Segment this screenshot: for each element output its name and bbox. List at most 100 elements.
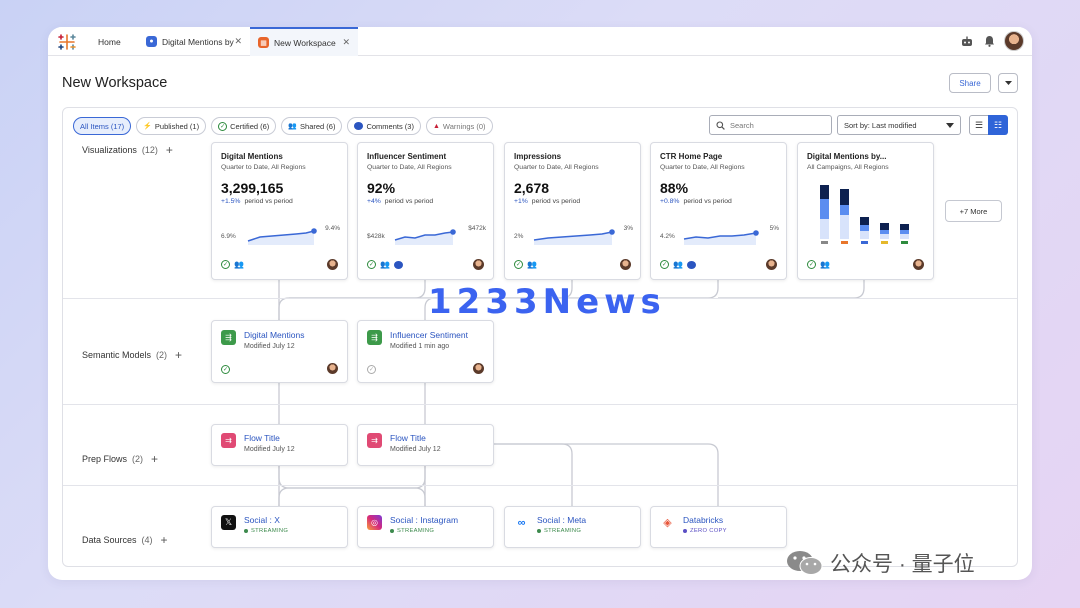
comment-icon <box>393 260 403 269</box>
instagram-logo-icon: ◎ <box>367 515 382 530</box>
filter-all-items[interactable]: All Items (17) <box>73 117 132 135</box>
tableau-logo-icon[interactable] <box>57 32 77 52</box>
delta-percent: +4% <box>367 198 381 205</box>
sort-label: Sort by: Last modified <box>844 120 917 130</box>
tab-home[interactable]: Home <box>90 27 129 56</box>
agent-icon[interactable] <box>960 34 974 48</box>
viz-title: Digital Mentions <box>221 152 283 161</box>
viz-delta: +1% period vs period <box>514 198 631 205</box>
page-title: New Workspace <box>62 75 168 91</box>
model-card-influencer-sentiment[interactable]: ⇶ Influencer Sentiment Modified 1 min ago… <box>357 320 494 383</box>
spark-high: 3% <box>623 225 633 232</box>
sparkline: $428k $472k <box>367 223 486 249</box>
section-title: Visualizations <box>82 145 137 155</box>
close-icon[interactable]: ✕ <box>342 37 350 48</box>
tab-new-workspace-label: New Workspace <box>274 37 336 48</box>
search-input[interactable]: Search <box>709 115 832 135</box>
viz-card-digital-mentions-by[interactable]: Digital Mentions by... All Campaigns, Al… <box>797 142 934 280</box>
flow-card-2[interactable]: ⇉ Flow Title Modified July 12 <box>357 424 494 466</box>
spark-low: 2% <box>514 233 524 240</box>
viz-card-influencer-sentiment[interactable]: Influencer Sentiment Quarter to Date, Al… <box>357 142 494 280</box>
close-icon[interactable]: ✕ <box>234 36 242 47</box>
sparkline-chart <box>533 229 615 245</box>
section-title: Semantic Models <box>82 350 152 360</box>
source-card-meta[interactable]: ∞ Social : Meta STREAMING <box>504 506 641 548</box>
flow-card-1[interactable]: ⇉ Flow Title Modified July 12 <box>211 424 348 466</box>
delta-percent: +0.8% <box>660 198 680 205</box>
meta-logo-icon: ∞ <box>514 515 529 530</box>
certified-icon: ✓ <box>807 260 816 269</box>
viz-card-digital-mentions[interactable]: Digital Mentions Quarter to Date, All Re… <box>211 142 348 280</box>
add-model-icon[interactable]: + <box>175 348 182 362</box>
sparkline-chart <box>683 230 759 245</box>
viz-subtitle: Quarter to Date, All Regions <box>514 164 599 171</box>
add-visualization-icon[interactable]: + <box>166 143 173 157</box>
viz-delta: +1.5% period vs period <box>221 198 338 205</box>
model-card-digital-mentions[interactable]: ⇶ Digital Mentions Modified July 12 ✓ <box>211 320 348 383</box>
spark-low: $428k <box>367 233 385 240</box>
viz-card-impressions[interactable]: Impressions Quarter to Date, All Regions… <box>504 142 641 280</box>
source-card-databricks[interactable]: ◈ Databricks ZERO COPY <box>650 506 787 548</box>
bell-icon[interactable] <box>982 34 996 48</box>
share-button[interactable]: Share <box>949 73 991 93</box>
source-status: STREAMING <box>244 528 288 534</box>
news-watermark: 1233News <box>428 282 666 322</box>
list-view-button[interactable]: ☰ <box>969 115 989 135</box>
filter-published[interactable]: ⚡ Published (1) <box>136 117 207 135</box>
more-options-button[interactable] <box>998 73 1018 93</box>
prep-flow-icon: ⇉ <box>221 433 236 448</box>
viz-card-ctr-home-page[interactable]: CTR Home Page Quarter to Date, All Regio… <box>650 142 787 280</box>
viz-subtitle: Quarter to Date, All Regions <box>367 164 452 171</box>
stacked-bar-thumbnail <box>820 185 909 244</box>
search-placeholder: Search <box>730 120 754 130</box>
bolt-icon: ⚡ <box>143 123 152 130</box>
uncertified-icon: ✓ <box>367 365 376 374</box>
shared-icon: 👥 <box>527 260 537 269</box>
tile-view-button[interactable]: ☷ <box>988 115 1008 135</box>
search-icon <box>716 120 725 130</box>
source-title: Social : Meta <box>537 515 587 525</box>
filter-certified[interactable]: ✓ Certified (6) <box>211 117 277 135</box>
add-source-icon[interactable]: + <box>161 533 168 547</box>
shared-icon: 👥 <box>234 260 244 269</box>
owner-avatar <box>327 259 338 270</box>
tab-digital-mentions[interactable]: ● Digital Mentions by ✕ <box>138 27 250 56</box>
source-card-x[interactable]: 𝕏 Social : X STREAMING <box>211 506 348 548</box>
spark-low: 6.9% <box>221 233 236 240</box>
card-footer: ✓ <box>221 365 230 374</box>
filter-chips: All Items (17) ⚡ Published (1) ✓ Certified… <box>73 117 493 135</box>
workspace-panel: All Items (17) ⚡ Published (1) ✓ Certified… <box>62 107 1018 567</box>
tab-new-workspace[interactable]: ▦ New Workspace ✕ <box>250 27 358 56</box>
shared-icon: 👥 <box>380 260 390 269</box>
viz-subtitle: All Campaigns, All Regions <box>807 164 889 171</box>
source-title: Databricks <box>683 515 724 525</box>
section-semantic-models: Semantic Models (2) + <box>82 348 182 362</box>
viz-subtitle: Quarter to Date, All Regions <box>221 164 306 171</box>
viz-delta: +4% period vs period <box>367 198 484 205</box>
filter-shared[interactable]: 👥 Shared (6) <box>281 117 343 135</box>
model-title: Influencer Sentiment <box>390 330 468 340</box>
spark-low: 4.2% <box>660 233 675 240</box>
delta-label: period vs period <box>244 198 293 205</box>
spark-high: $472k <box>468 225 486 232</box>
flow-modified: Modified July 12 <box>244 446 295 453</box>
filter-label: Certified (6) <box>230 121 270 131</box>
source-card-instagram[interactable]: ◎ Social : Instagram STREAMING <box>357 506 494 548</box>
owner-avatar <box>620 259 631 270</box>
owner-avatar <box>327 363 338 374</box>
shared-icon: 👥 <box>820 260 830 269</box>
section-divider <box>63 485 1017 486</box>
add-flow-icon[interactable]: + <box>151 452 158 466</box>
sort-dropdown[interactable]: Sort by: Last modified <box>837 115 961 135</box>
more-visualizations-button[interactable]: +7 More <box>945 200 1002 222</box>
tile-icon: ☷ <box>993 119 1003 130</box>
wechat-caption: 公众号 · 量子位 <box>786 548 975 578</box>
flow-title: Flow Title <box>390 433 426 443</box>
filter-warnings[interactable]: ▲ Warnings (0) <box>425 117 493 135</box>
filter-comments[interactable]: Comments (3) <box>347 117 421 135</box>
user-avatar[interactable] <box>1004 31 1024 51</box>
section-divider <box>63 404 1017 405</box>
owner-avatar <box>473 363 484 374</box>
sparkline: 6.9% 9.4% <box>221 223 340 249</box>
card-footer: ✓ 👥 <box>660 260 696 269</box>
